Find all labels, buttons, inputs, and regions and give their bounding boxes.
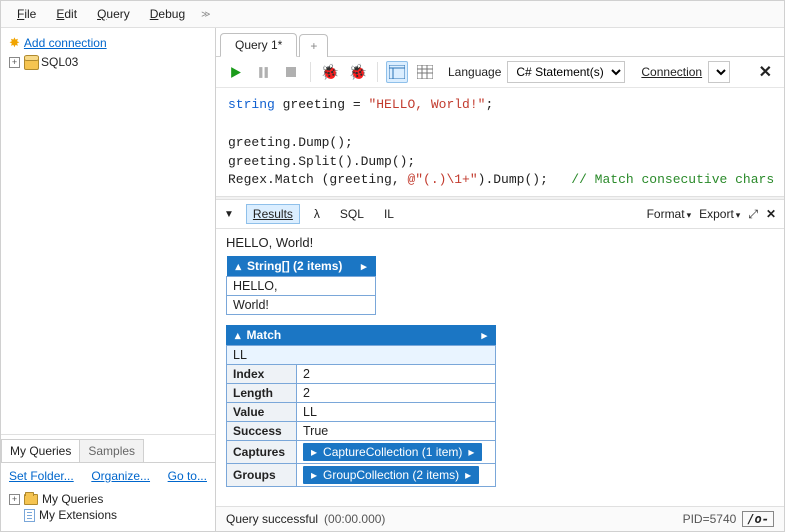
close-results-icon[interactable]: ✕ xyxy=(766,207,776,221)
tree-expand-icon[interactable]: + xyxy=(9,494,20,505)
status-time: (00:00.000) xyxy=(324,512,385,526)
collapse-icon: ▴ xyxy=(236,260,242,273)
menu-debug[interactable]: Debug xyxy=(142,5,193,23)
match-value-highlight: LL xyxy=(227,346,496,365)
format-menu[interactable]: Format▾ xyxy=(647,207,692,221)
export-menu[interactable]: Export▾ xyxy=(699,207,740,221)
menubar: File Edit Query Debug ≫ xyxy=(1,1,784,28)
folder-my-queries[interactable]: My Queries xyxy=(42,492,103,506)
tree-expand-icon[interactable]: + xyxy=(9,57,20,68)
capture-collection-chip[interactable]: ▸ CaptureCollection (1 item) ▸ xyxy=(303,443,482,461)
results-tab-lambda[interactable]: λ xyxy=(308,205,326,223)
prop-val: 2 xyxy=(297,384,496,403)
tab-samples[interactable]: Samples xyxy=(79,439,144,462)
match-dump: ▴ Match ▸ LL Index2 Length2 ValueLL Succ… xyxy=(226,325,496,487)
connections-panel: ✸ Add connection + SQL03 xyxy=(1,28,215,435)
organize-link[interactable]: Organize... xyxy=(91,469,150,483)
query-tab-1[interactable]: Query 1* xyxy=(220,33,297,57)
document-icon xyxy=(24,509,35,522)
separator-icon xyxy=(377,62,378,82)
results-body: HELLO, World! ▴ String[] (2 items) ▸ HEL… xyxy=(216,229,784,506)
results-tab-sql[interactable]: SQL xyxy=(334,205,370,223)
pause-button[interactable] xyxy=(252,61,274,83)
expand-right-icon: ▸ xyxy=(311,445,317,459)
string-array-dump: ▴ String[] (2 items) ▸ HELLO, World! xyxy=(226,256,376,315)
expand-right-icon: ▸ xyxy=(465,468,471,482)
db-node-label[interactable]: SQL03 xyxy=(41,55,78,69)
status-badge[interactable]: /o- xyxy=(742,511,774,527)
close-panel-icon[interactable]: ✕ xyxy=(755,62,776,82)
editor-area: Query 1* + 🐞 🐞 Language xyxy=(216,28,784,531)
results-tab-il[interactable]: IL xyxy=(378,205,400,223)
expand-right-icon: ▸ xyxy=(468,445,474,459)
dump-header[interactable]: ▴ String[] (2 items) ▸ xyxy=(227,256,376,276)
tab-my-queries[interactable]: My Queries xyxy=(1,439,80,462)
language-select[interactable]: C# Statement(s) xyxy=(507,61,625,83)
rich-text-view-button[interactable] xyxy=(386,61,408,83)
my-queries-links: Set Folder... Organize... Go to... xyxy=(1,463,215,489)
add-connection-icon: ✸ xyxy=(9,35,20,51)
language-label: Language xyxy=(448,65,501,79)
debug-step-button[interactable]: 🐞 xyxy=(347,61,369,83)
prop-key: Value xyxy=(227,403,297,422)
expand-icon: ▸ xyxy=(481,329,487,342)
collapse-icon: ▴ xyxy=(235,329,241,342)
separator-icon xyxy=(310,62,311,82)
prop-val: 2 xyxy=(297,365,496,384)
status-bar: Query successful (00:00.000) PID=5740 /o… xyxy=(216,506,784,531)
results-tab-results[interactable]: Results xyxy=(246,204,300,224)
grid-view-button[interactable] xyxy=(414,61,436,83)
prop-key: Groups xyxy=(227,464,297,487)
prop-val: True xyxy=(297,422,496,441)
group-collection-chip[interactable]: ▸ GroupCollection (2 items) ▸ xyxy=(303,466,479,484)
prop-key: Length xyxy=(227,384,297,403)
query-toolbar: 🐞 🐞 Language C# Statement(s) Connection … xyxy=(216,57,784,88)
collapse-results-icon[interactable]: ▼ xyxy=(224,209,234,220)
run-button[interactable] xyxy=(224,61,246,83)
prop-key: Success xyxy=(227,422,297,441)
goto-link[interactable]: Go to... xyxy=(168,469,207,483)
menu-file[interactable]: File xyxy=(9,5,44,23)
menu-edit[interactable]: Edit xyxy=(48,5,85,23)
dump-text: HELLO, World! xyxy=(226,235,774,250)
prop-key: Index xyxy=(227,365,297,384)
connection-label[interactable]: Connection xyxy=(641,65,702,79)
folder-icon xyxy=(24,494,38,505)
query-tab-add[interactable]: + xyxy=(299,34,328,57)
results-tabstrip: ▼ Results λ SQL IL Format▾ Export▾ ⤢ ✕ xyxy=(216,200,784,229)
prop-key: Captures xyxy=(227,441,297,464)
query-tabstrip: Query 1* + xyxy=(216,28,784,57)
dump-header[interactable]: ▴ Match ▸ xyxy=(226,325,496,345)
my-queries-tree: + My Queries My Extensions xyxy=(1,489,215,531)
set-folder-link[interactable]: Set Folder... xyxy=(9,469,74,483)
menu-query[interactable]: Query xyxy=(89,5,138,23)
list-item: HELLO, xyxy=(227,277,376,296)
list-item: World! xyxy=(227,296,376,315)
sidebar: ✸ Add connection + SQL03 My Queries Samp… xyxy=(1,28,216,531)
debug-button[interactable]: 🐞 xyxy=(319,61,341,83)
status-pid: PID=5740 xyxy=(683,512,737,526)
results-panel: ▼ Results λ SQL IL Format▾ Export▾ ⤢ ✕ H… xyxy=(216,200,784,506)
expand-results-icon[interactable]: ⤢ xyxy=(748,207,758,222)
expand-icon: ▸ xyxy=(361,260,367,273)
add-connection-link[interactable]: Add connection xyxy=(24,36,107,50)
menu-overflow-icon[interactable]: ≫ xyxy=(197,9,214,20)
my-extensions-item[interactable]: My Extensions xyxy=(39,508,117,522)
my-queries-tabstrip: My Queries Samples xyxy=(1,439,215,463)
stop-button[interactable] xyxy=(280,61,302,83)
connection-select[interactable] xyxy=(708,61,730,83)
expand-right-icon: ▸ xyxy=(311,468,317,482)
database-icon xyxy=(24,55,37,69)
code-editor[interactable]: string greeting = "HELLO, World!"; greet… xyxy=(216,88,784,196)
status-message: Query successful xyxy=(226,512,318,526)
prop-val: LL xyxy=(297,403,496,422)
